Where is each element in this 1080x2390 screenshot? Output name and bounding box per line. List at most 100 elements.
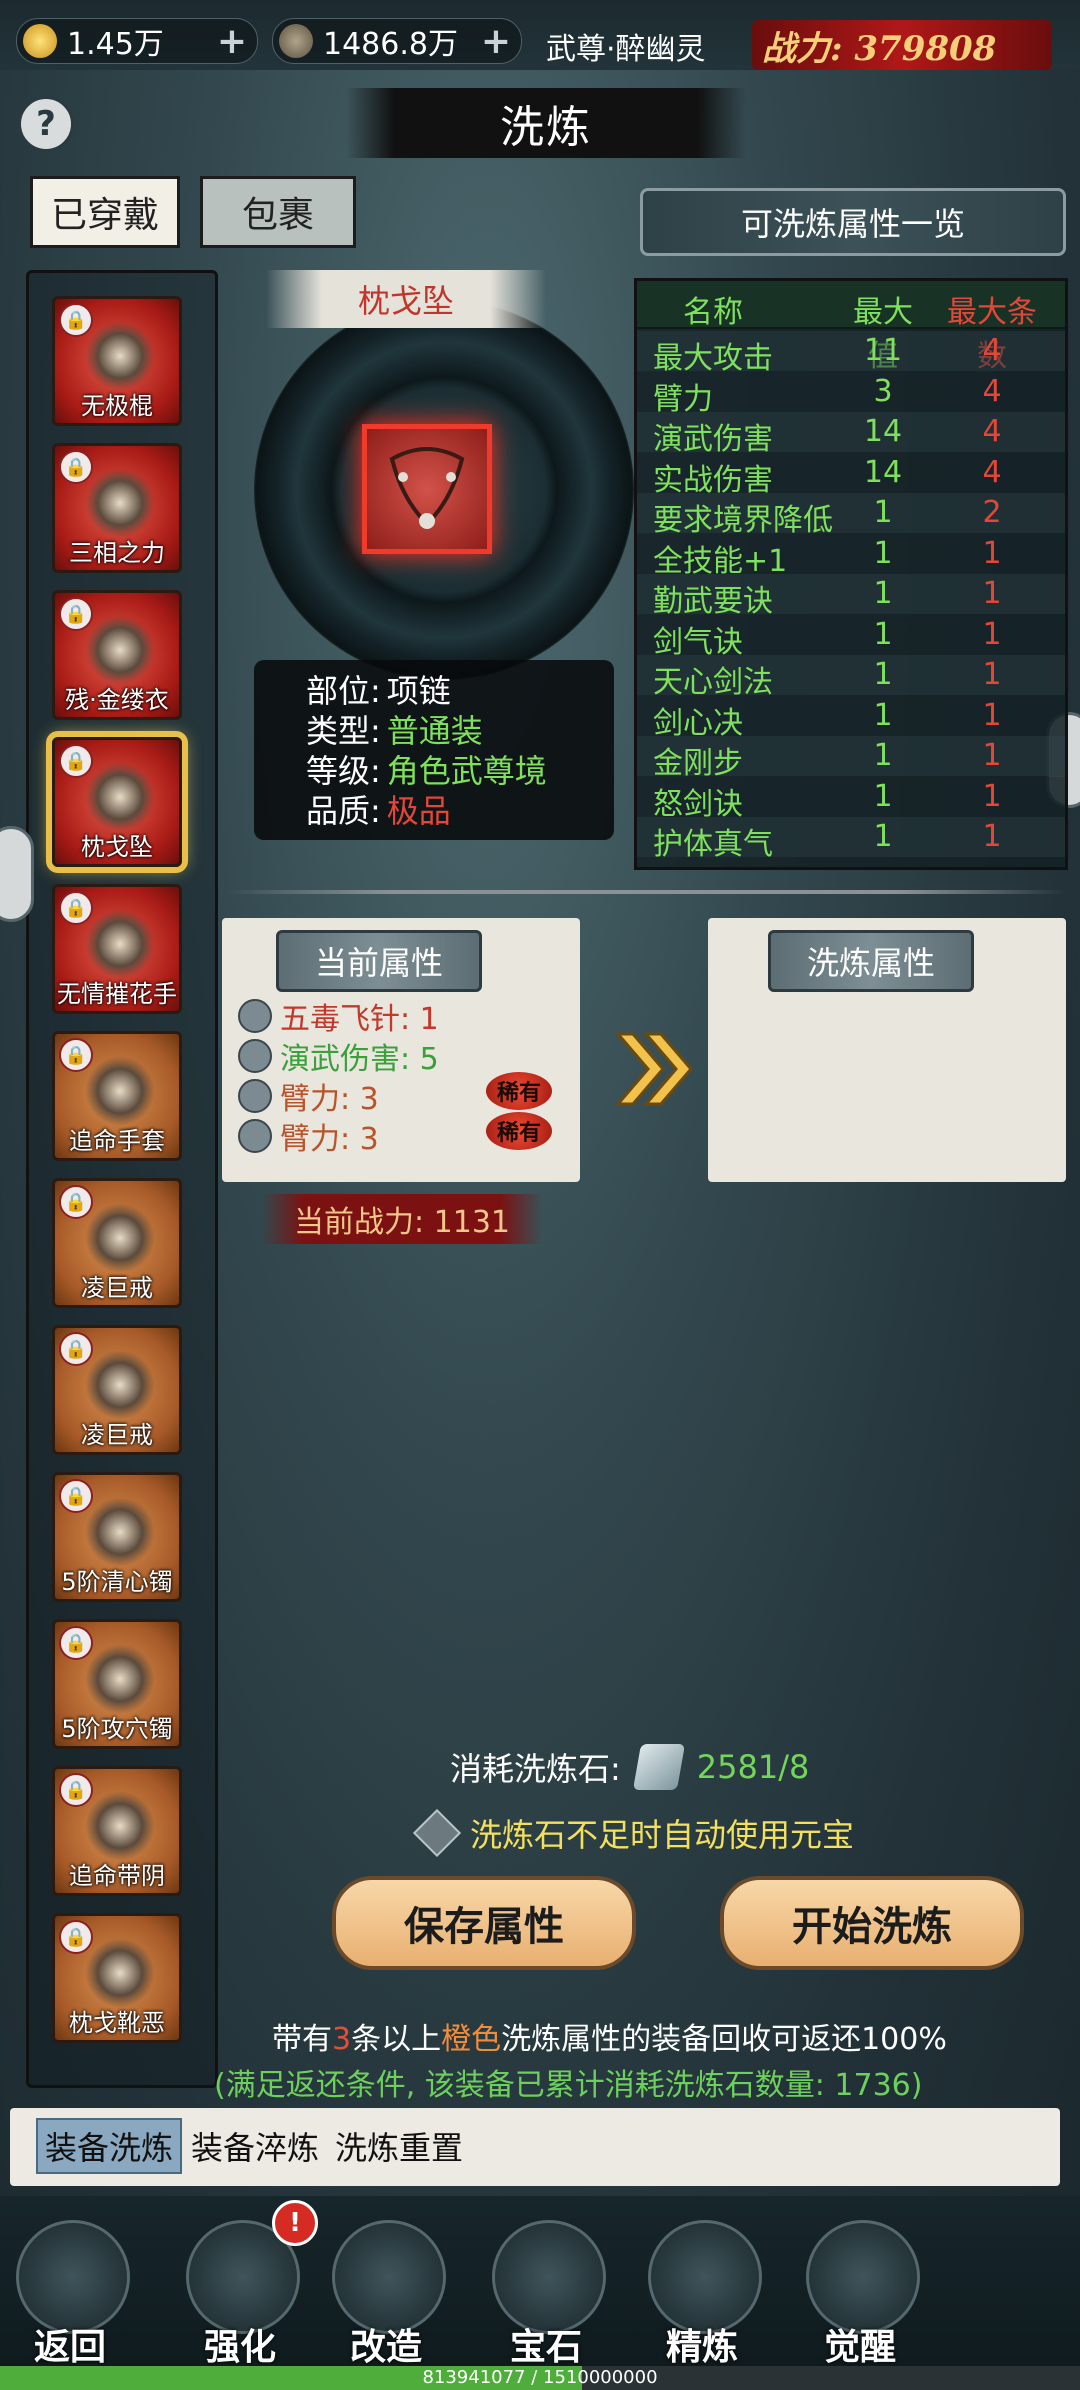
attr-name: 演武伤害 [653, 422, 773, 457]
nav-label: 改造 [349, 2326, 422, 2368]
lock-icon: 🔒 [59, 303, 93, 337]
tab-equipped[interactable]: 已穿戴 [30, 176, 180, 248]
recycle-condition-note: (满足返还条件, 该装备已累计消耗洗炼石数量: 1736) [214, 2068, 923, 2103]
info-label: 等级: [306, 752, 381, 790]
attribute-bullet-icon [238, 1079, 272, 1113]
equipment-slot[interactable]: 🔒 无极棍 [52, 296, 182, 426]
add-coin-icon[interactable]: + [481, 21, 511, 62]
attr-max-count: 1 [982, 697, 1002, 733]
note-part: 条以上 [351, 2022, 442, 2057]
equipment-slot[interactable]: 🔒 5阶攻穴镯 [52, 1619, 182, 1749]
lock-icon: 🔒 [59, 744, 93, 778]
equipment-slot[interactable]: 🔒 凌巨戒 [52, 1325, 182, 1455]
nav-spirit[interactable]: 觉醒 [800, 2214, 920, 2368]
equipment-slot[interactable]: 🔒 追命手套 [52, 1031, 182, 1161]
equipment-slot[interactable]: 🔒 5阶清心镯 [52, 1472, 182, 1602]
equipment-art-icon [85, 1938, 155, 2008]
equipment-slot[interactable]: 🔒 凌巨戒 [52, 1178, 182, 1308]
subtab-refine[interactable]: 装备洗炼 [36, 2118, 182, 2174]
recycle-note: 带有3条以上橙色洗炼属性的装备回收可返还100% [272, 2014, 947, 2058]
attr-max-count: 1 [982, 657, 1002, 692]
equipment-art-icon [85, 1644, 155, 1714]
equipment-slot[interactable]: 🔒 无情摧花手 [52, 884, 182, 1014]
auto-use-toggle[interactable]: 洗炼石不足时自动使用元宝 [412, 1808, 854, 1858]
save-attributes-button[interactable]: 保存属性 [332, 1876, 636, 1970]
equipment-slot[interactable]: 🔒 三相之力 [52, 443, 182, 573]
table-row: 勤武要诀 1 1 [637, 574, 1065, 619]
table-row: 金刚步 1 1 [637, 736, 1065, 781]
note-part: 带有 [272, 2022, 332, 2057]
attr-max-value: 1 [873, 778, 893, 814]
table-header: 名称 最大值 最大条数 [637, 281, 1065, 374]
attr-name: 要求境界降低 [653, 503, 833, 538]
info-value: 角色武尊境 [386, 752, 547, 790]
current-attribute: 臂力: 3 [238, 1114, 379, 1158]
equipment-name: 凌巨戒 [81, 1274, 153, 1302]
note-count: 3 [332, 2022, 352, 2057]
equipment-name: 追命手套 [69, 1127, 165, 1155]
equipment-slot[interactable]: 🔒 枕戈坠 [52, 737, 182, 867]
add-gold-icon[interactable]: + [217, 21, 247, 62]
lock-icon: 🔒 [59, 597, 93, 631]
attr-max-value: 1 [873, 697, 893, 733]
equipment-art-icon [85, 1791, 155, 1861]
section-divider [226, 890, 1066, 894]
info-value: 项链 [386, 672, 451, 710]
equipment-slot[interactable]: 🔒 残·金缕衣 [52, 590, 182, 720]
nav-gem[interactable]: 宝石 [486, 2214, 606, 2368]
attribute-text: 臂力: 3 [280, 1082, 379, 1117]
return-icon [16, 2220, 130, 2334]
attr-max-count: 1 [982, 576, 1002, 611]
attr-max-count: 4 [982, 454, 1002, 490]
equipment-slot[interactable]: 🔒 枕戈靴恶 [52, 1913, 182, 2043]
coin-value: 1486.8万 [323, 27, 458, 62]
armor-icon [332, 2220, 446, 2334]
attr-name: 天心剑法 [653, 665, 773, 700]
equipment-slot[interactable]: 🔒 追命带阴 [52, 1766, 182, 1896]
gold-ingot-icon [23, 24, 57, 58]
current-power: 当前战力: 1131 [262, 1194, 542, 1244]
refine-stone-icon [632, 1744, 685, 1790]
attr-max-count: 1 [982, 616, 1002, 652]
auto-use-checkbox[interactable] [412, 1808, 462, 1858]
lock-icon: 🔒 [59, 1479, 93, 1513]
equipment-name: 追命带阴 [69, 1862, 165, 1890]
current-attribute: 五毒飞针: 1 [238, 994, 439, 1038]
nav-armor[interactable]: 改造 [326, 2214, 446, 2368]
equipment-art-icon [85, 1056, 155, 1126]
equipment-name: 5阶攻穴镯 [61, 1715, 173, 1743]
attr-max-value: 14 [863, 414, 903, 449]
gold-resource[interactable]: 1.45万 + [16, 18, 258, 64]
gold-value: 1.45万 [67, 27, 164, 62]
nav-label: 返回 [33, 2326, 106, 2368]
attr-max-count: 4 [982, 333, 1002, 368]
attr-name: 金刚步 [653, 746, 743, 781]
table-row: 天心剑法 1 1 [637, 655, 1065, 700]
table-row: 全技能+1 1 1 [637, 533, 1065, 579]
subtab-temper[interactable]: 装备淬炼 [184, 2118, 326, 2174]
refinable-attributes-button[interactable]: 可洗炼属性一览 [640, 188, 1066, 256]
coin-icon [279, 24, 313, 58]
help-button[interactable]: ? [18, 96, 74, 152]
attr-max-count: 1 [982, 535, 1002, 571]
attribute-table[interactable]: 名称 最大值 最大条数 最大攻击114臂力34演武伤害144实战伤害144要求境… [634, 278, 1068, 870]
player-nickname: 武尊·醉幽灵 [546, 32, 706, 67]
attr-max-value: 1 [873, 738, 893, 773]
coin-resource[interactable]: 1486.8万 + [272, 18, 522, 64]
lock-icon: 🔒 [59, 1185, 93, 1219]
lock-icon: 🔒 [59, 450, 93, 484]
tab-bag[interactable]: 包裹 [200, 176, 356, 248]
attribute-bullet-icon [238, 1039, 272, 1073]
info-value: 普通装 [386, 712, 483, 750]
table-row: 臂力 3 4 [637, 371, 1065, 417]
nav-return[interactable]: 返回 [10, 2214, 130, 2368]
subtab-reset[interactable]: 洗炼重置 [328, 2118, 470, 2174]
necklace-icon [389, 447, 465, 529]
equipment-name: 5阶清心镯 [61, 1568, 173, 1596]
equipment-art-icon [85, 321, 155, 391]
left-float-button[interactable] [0, 826, 34, 922]
attr-max-value: 1 [873, 616, 893, 652]
start-refine-button[interactable]: 开始洗炼 [720, 1876, 1024, 1970]
current-attribute: 臂力: 3 [238, 1074, 379, 1118]
nav-cauldron[interactable]: 精炼 [642, 2214, 762, 2368]
